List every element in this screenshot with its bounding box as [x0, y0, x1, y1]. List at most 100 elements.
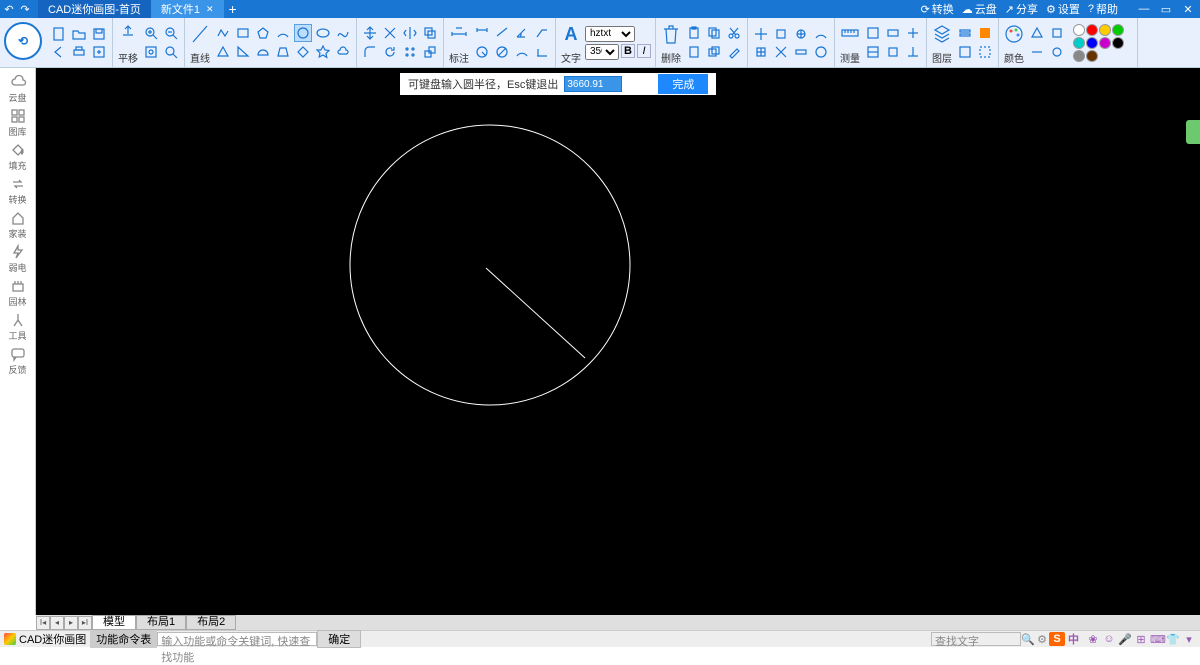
tray-icon[interactable]: ☺ [1102, 633, 1116, 646]
export-icon[interactable] [90, 43, 108, 61]
trim-icon[interactable] [381, 24, 399, 42]
c3-icon[interactable] [1028, 43, 1046, 61]
snap3-icon[interactable] [792, 25, 810, 43]
tab-home[interactable]: CAD迷你画图-首页 [38, 0, 151, 18]
swatch[interactable] [1073, 24, 1085, 36]
mirror-icon[interactable] [401, 24, 419, 42]
find-input[interactable]: 查找文字 [931, 632, 1021, 646]
zoom-window-icon[interactable] [142, 43, 160, 61]
measure-icon[interactable] [839, 21, 861, 49]
drawing-canvas[interactable] [36, 68, 1200, 615]
tray-icon[interactable]: ❀ [1086, 633, 1100, 646]
convert-button[interactable]: ⟳转换 [921, 1, 954, 17]
side-convert[interactable]: 转换 [0, 174, 36, 208]
font-select[interactable]: hztxt [585, 26, 635, 42]
help-button[interactable]: ?帮助 [1088, 1, 1118, 17]
paste-icon[interactable] [685, 43, 703, 61]
dim-icon[interactable] [448, 21, 470, 49]
snap2-icon[interactable] [772, 25, 790, 43]
dim-coord-icon[interactable] [533, 43, 551, 61]
array-icon[interactable] [401, 43, 419, 61]
italic-button[interactable]: I [637, 44, 651, 58]
swatch[interactable] [1099, 37, 1111, 49]
offset-icon[interactable] [421, 24, 439, 42]
zoom-in-icon[interactable] [142, 24, 160, 42]
side-library[interactable]: 图库 [0, 106, 36, 140]
ime-icon[interactable]: S [1049, 632, 1065, 646]
minimize-button[interactable]: — [1136, 3, 1152, 16]
prev-icon[interactable]: ◂ [50, 616, 64, 630]
dim-leader-icon[interactable] [533, 24, 551, 42]
c4-icon[interactable] [1048, 43, 1066, 61]
palette-icon[interactable] [1003, 21, 1025, 49]
side-cloud[interactable]: 云盘 [0, 72, 36, 106]
settings-icon[interactable]: ⚙ [1035, 633, 1049, 646]
tray-icon[interactable]: 👕 [1166, 633, 1180, 646]
copy-shape-icon[interactable] [705, 43, 723, 61]
circle-icon[interactable] [294, 24, 312, 42]
pan-icon[interactable] [117, 21, 139, 49]
layer-icon[interactable] [931, 21, 953, 49]
last-icon[interactable]: ▸I [78, 616, 92, 630]
diamond-icon[interactable] [294, 43, 312, 61]
c1-icon[interactable] [1028, 24, 1046, 42]
lang-indicator[interactable]: 中 [1065, 631, 1082, 647]
swatch[interactable] [1073, 50, 1085, 62]
brush-icon[interactable] [725, 43, 743, 61]
dim-diameter-icon[interactable] [493, 43, 511, 61]
tray-icon[interactable]: ▾ [1182, 633, 1196, 646]
snap5-icon[interactable] [752, 43, 770, 61]
swatch[interactable] [1112, 37, 1124, 49]
cmd-label[interactable]: 功能命令表 [90, 630, 157, 648]
snap8-icon[interactable] [812, 43, 830, 61]
size-select[interactable]: 350 [585, 44, 619, 60]
side-feedback[interactable]: 反馈 [0, 344, 36, 378]
open-icon[interactable] [70, 25, 88, 43]
dim-linear-icon[interactable] [473, 24, 491, 42]
done-button[interactable]: 完成 [658, 74, 708, 94]
share-button[interactable]: ↗分享 [1005, 1, 1038, 17]
new-tab-button[interactable]: + [224, 0, 242, 18]
snap4-icon[interactable] [812, 25, 830, 43]
side-garden[interactable]: 园林 [0, 276, 36, 310]
rtriangle-icon[interactable] [234, 43, 252, 61]
settings-button[interactable]: ⚙设置 [1046, 1, 1080, 17]
first-icon[interactable]: I◂ [36, 616, 50, 630]
c2-icon[interactable] [1048, 24, 1066, 42]
line-icon[interactable] [189, 21, 211, 49]
app-logo[interactable]: ⟲ [4, 22, 42, 60]
m5-icon[interactable] [884, 43, 902, 61]
tab-layout1[interactable]: 布局1 [136, 615, 186, 630]
dim-radius-icon[interactable] [473, 43, 491, 61]
zoom-extent-icon[interactable] [162, 43, 180, 61]
undo-button[interactable]: ↶ [2, 2, 16, 16]
star-icon[interactable] [314, 43, 332, 61]
save-icon[interactable] [90, 25, 108, 43]
copy-icon[interactable] [705, 24, 723, 42]
polyline-icon[interactable] [214, 24, 232, 42]
move-icon[interactable] [361, 24, 379, 42]
ellipse-icon[interactable] [314, 24, 332, 42]
right-handle[interactable] [1186, 120, 1200, 144]
cut-icon[interactable] [725, 24, 743, 42]
polygon-icon[interactable] [254, 24, 272, 42]
bold-button[interactable]: B [621, 44, 635, 58]
swatch[interactable] [1073, 37, 1085, 49]
tab-newfile[interactable]: 新文件1 ✕ [151, 0, 224, 18]
radius-input[interactable] [564, 76, 622, 92]
l4-icon[interactable] [976, 43, 994, 61]
m2-icon[interactable] [884, 24, 902, 42]
l3-icon[interactable] [956, 43, 974, 61]
dim-align-icon[interactable] [493, 24, 511, 42]
rotate-icon[interactable] [381, 43, 399, 61]
side-home[interactable]: 家装 [0, 208, 36, 242]
search-icon[interactable]: 🔍 [1021, 633, 1035, 646]
spline-icon[interactable] [334, 24, 352, 42]
dim-angle-icon[interactable] [513, 24, 531, 42]
rect-icon[interactable] [234, 24, 252, 42]
tray-icon[interactable]: ⊞ [1134, 633, 1148, 646]
close-button[interactable]: ✕ [1180, 3, 1196, 16]
new-icon[interactable] [50, 25, 68, 43]
cloud-button[interactable]: ☁云盘 [962, 1, 997, 17]
m3-icon[interactable] [904, 24, 922, 42]
